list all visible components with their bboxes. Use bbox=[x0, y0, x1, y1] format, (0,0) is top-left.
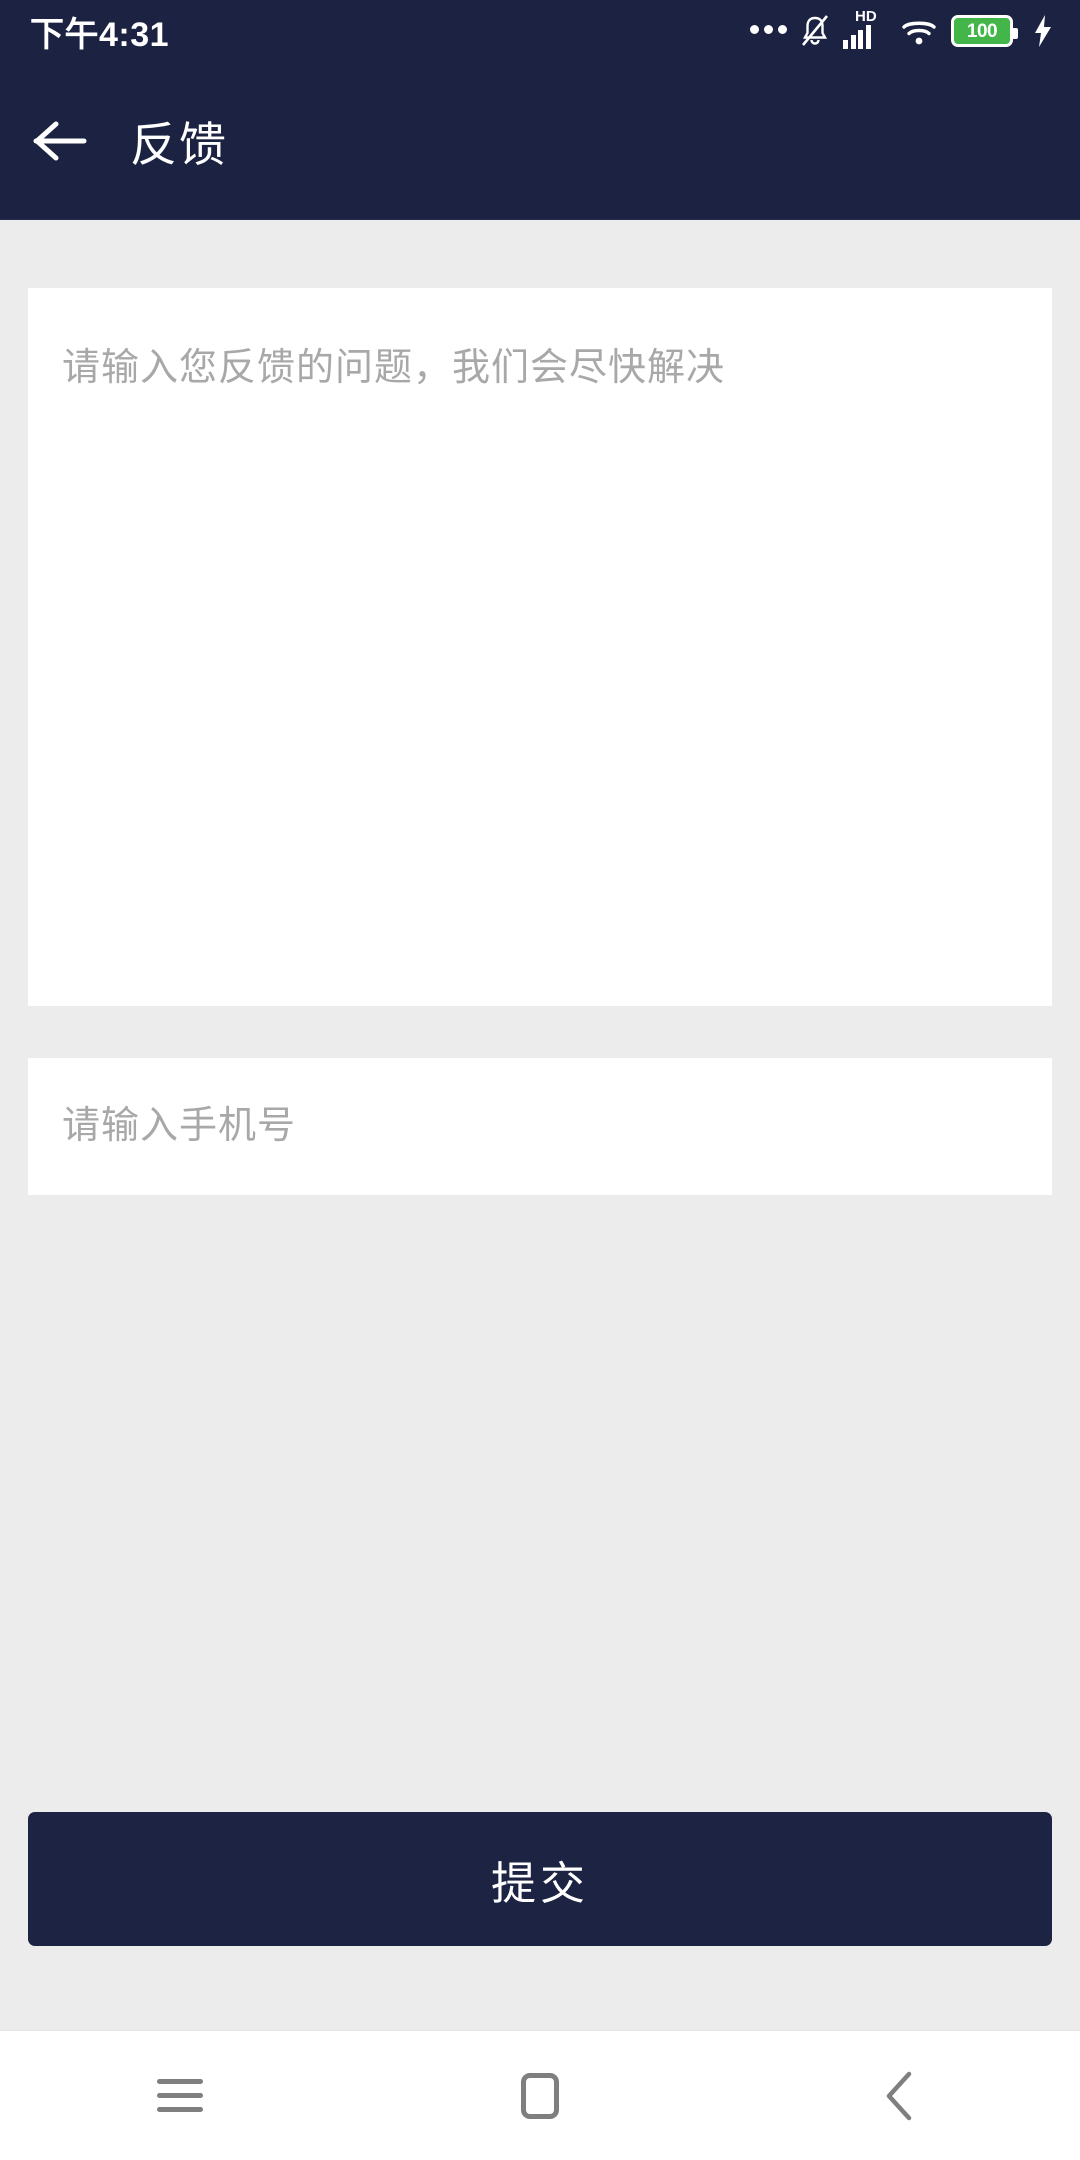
status-bar: 下午4:31 HD 100 bbox=[0, 0, 1080, 62]
system-navigation-bar bbox=[0, 2030, 1080, 2160]
feedback-card bbox=[28, 288, 1052, 1006]
app-header: 反馈 bbox=[0, 62, 1080, 220]
arrow-left-icon bbox=[33, 121, 87, 160]
submit-button[interactable]: 提交 bbox=[28, 1812, 1052, 1946]
back-button[interactable] bbox=[0, 62, 120, 220]
feedback-textarea[interactable] bbox=[62, 340, 1018, 960]
bell-muted-icon bbox=[800, 14, 830, 48]
signal-bars-icon bbox=[843, 25, 871, 49]
nav-back-button[interactable] bbox=[800, 2031, 1000, 2160]
submit-button-container: 提交 bbox=[0, 1812, 1080, 2030]
hd-label: HD bbox=[855, 8, 877, 25]
phone-card bbox=[28, 1058, 1052, 1195]
battery-level-label: 100 bbox=[966, 20, 998, 42]
status-bar-icons: HD 100 bbox=[750, 9, 1054, 49]
notification-dots-icon bbox=[750, 24, 787, 38]
chevron-left-icon bbox=[886, 2071, 912, 2120]
phone-screen: 下午4:31 HD 100 反馈 请输入您反馈的问题，我们会尽快解决 请输入手机… bbox=[0, 0, 1080, 2160]
square-icon bbox=[521, 2072, 559, 2119]
menu-lines-icon bbox=[157, 2079, 203, 2112]
wifi-icon bbox=[900, 16, 938, 46]
nav-home-button[interactable] bbox=[440, 2031, 640, 2160]
charging-bolt-icon bbox=[1026, 14, 1054, 48]
card-divider-gap bbox=[0, 1006, 1080, 1058]
page-title: 反馈 bbox=[130, 118, 228, 171]
nav-recents-button[interactable] bbox=[80, 2031, 280, 2160]
battery-icon: 100 bbox=[951, 15, 1018, 47]
content-area: 提交 bbox=[0, 220, 1080, 2030]
hd-signal-icon: HD bbox=[843, 9, 887, 49]
flexible-spacer bbox=[0, 1195, 1080, 1812]
phone-input[interactable] bbox=[62, 1105, 1018, 1148]
status-bar-clock: 下午4:31 bbox=[30, 15, 170, 54]
